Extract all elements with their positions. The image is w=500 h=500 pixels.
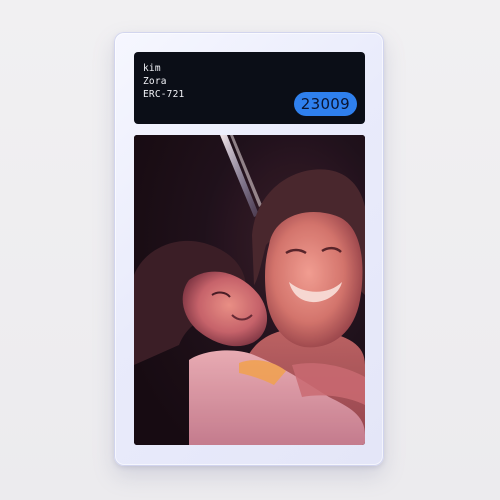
token-number-badge: 23009	[293, 92, 357, 116]
card-label: kim Zora ERC-721 23009	[134, 52, 365, 124]
label-line-owner: kim	[143, 63, 161, 74]
selfie-photo-image	[134, 135, 365, 445]
label-line-standard: ERC-721	[143, 89, 185, 100]
label-text-block: kim Zora ERC-721	[143, 62, 184, 101]
label-line-platform: Zora	[143, 76, 167, 87]
graded-card-slab: kim Zora ERC-721 23009	[114, 32, 384, 466]
card-photo	[134, 135, 365, 445]
